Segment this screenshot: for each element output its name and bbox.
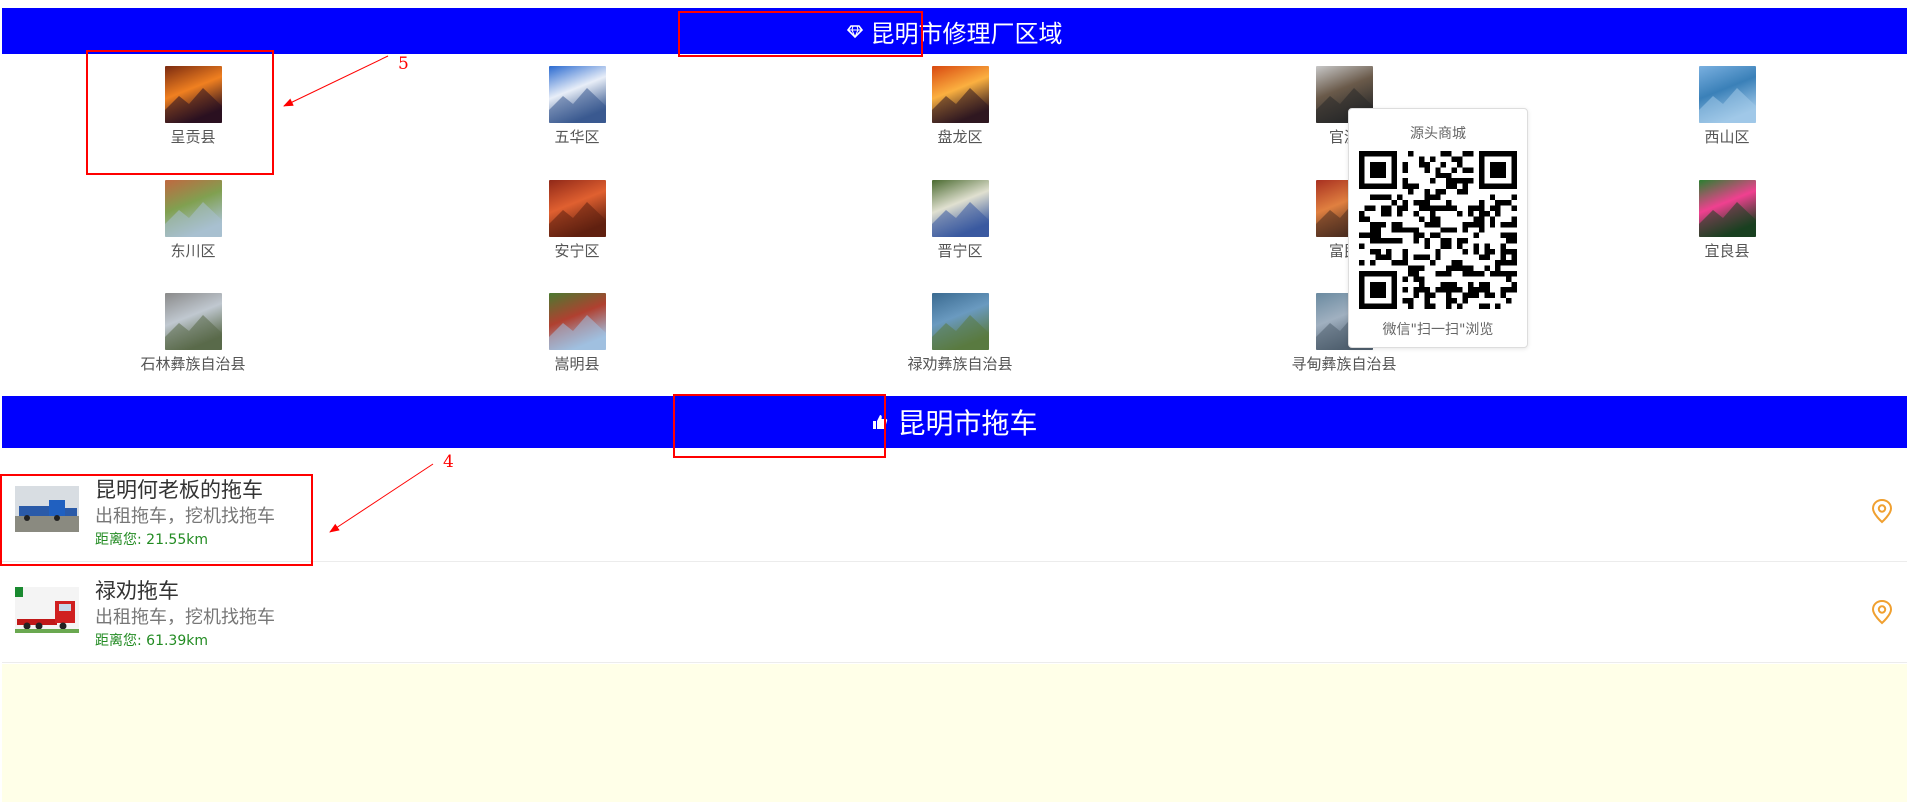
annotation-arrows xyxy=(283,55,434,533)
annotation-arrow xyxy=(329,463,434,533)
annotation-arrow xyxy=(283,55,389,107)
page: 昆明市修理厂区域 呈贡县 五华区 盘龙区 官渡 西山区 东川区 安宁区 晋宁区 富民 宜良县 石林彝… xyxy=(0,0,1907,802)
